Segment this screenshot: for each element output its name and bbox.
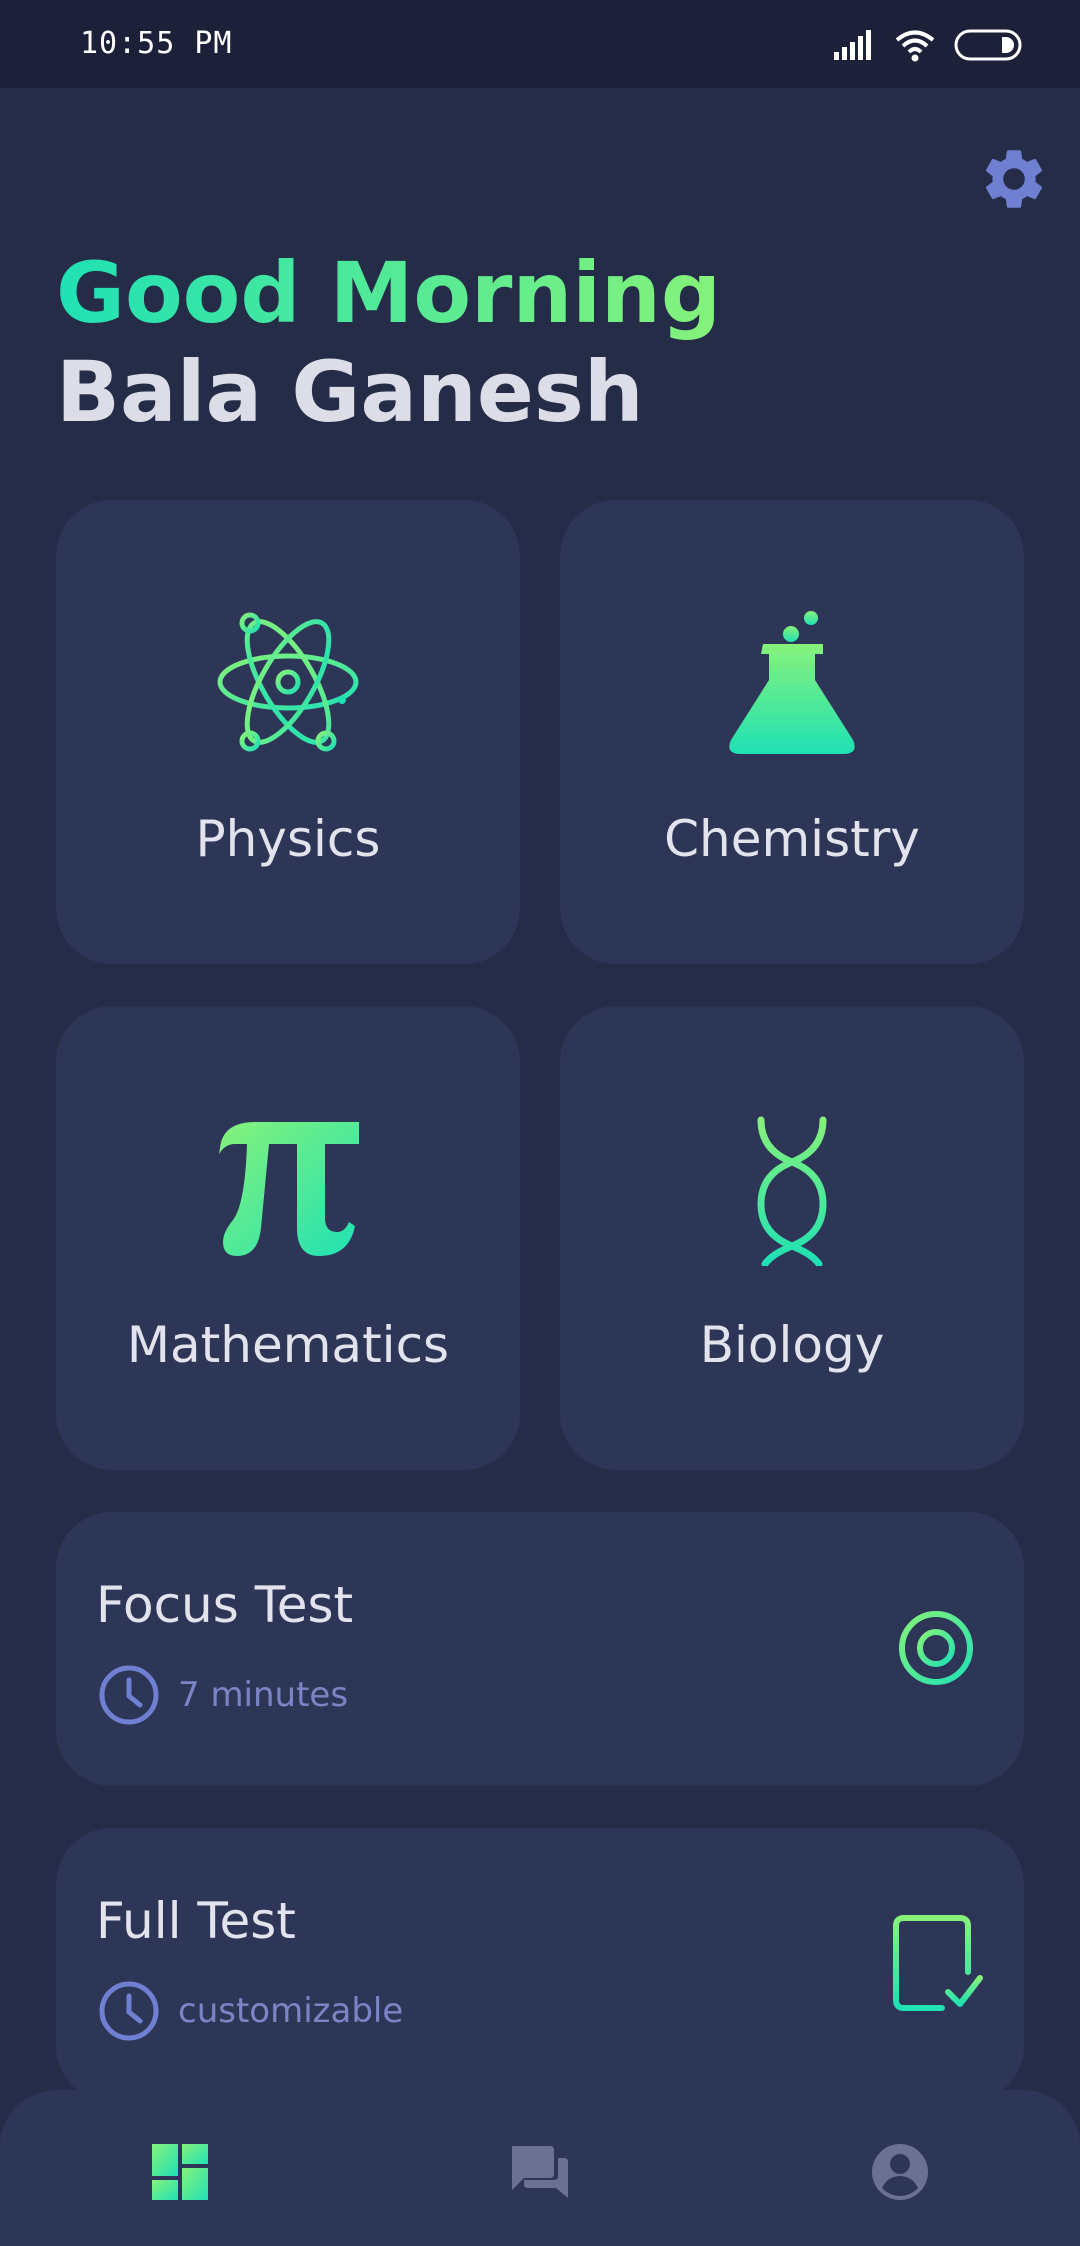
dashboard-icon (152, 2144, 208, 2200)
checklist-icon (893, 1915, 983, 2011)
signal-icon (834, 30, 871, 60)
focus-test-card[interactable]: Focus Test 7 minutes (56, 1512, 1024, 1786)
subject-label: Physics (195, 810, 381, 868)
atom-icon (217, 612, 359, 752)
subject-label: Biology (699, 1316, 885, 1374)
bottom-navigation (0, 2090, 1080, 2246)
test-duration: 7 minutes (178, 1675, 349, 1715)
nav-profile[interactable] (864, 2136, 936, 2208)
account-icon (872, 2144, 928, 2200)
nav-forum[interactable] (504, 2136, 576, 2208)
full-test-card[interactable]: Full Test customizable (56, 1828, 1024, 2102)
wifi-icon (895, 30, 935, 62)
subject-card-biology[interactable]: Biology (560, 1006, 1024, 1470)
subject-card-physics[interactable]: Physics (56, 500, 520, 964)
clock-icon (99, 1981, 159, 2041)
target-icon (888, 1600, 984, 1696)
flask-icon (729, 611, 855, 754)
test-meta: 7 minutes (98, 1664, 348, 1726)
gear-icon (985, 150, 1043, 208)
greeting-text: Good Morning (56, 244, 721, 342)
subject-label: Chemistry (664, 810, 920, 868)
status-time: 10:55 PM (80, 26, 233, 61)
status-bar: 10:55 PM (0, 0, 1080, 88)
nav-dashboard[interactable] (144, 2136, 216, 2208)
status-icons (834, 28, 1022, 62)
settings-button[interactable] (978, 143, 1050, 215)
subject-card-mathematics[interactable]: Mathematics (56, 1006, 520, 1470)
subject-label: Mathematics (126, 1316, 450, 1374)
user-name: Bala Ganesh (56, 343, 644, 441)
test-meta: customizable (98, 1980, 403, 2042)
dna-icon (757, 1116, 827, 1266)
battery-icon (954, 29, 1022, 61)
subject-card-chemistry[interactable]: Chemistry (560, 500, 1024, 964)
chat-icon (512, 2146, 568, 2198)
test-title: Full Test (96, 1892, 296, 1950)
pi-icon (219, 1122, 359, 1256)
test-title: Focus Test (96, 1576, 354, 1634)
test-duration: customizable (178, 1991, 404, 2031)
clock-icon (99, 1665, 159, 1725)
